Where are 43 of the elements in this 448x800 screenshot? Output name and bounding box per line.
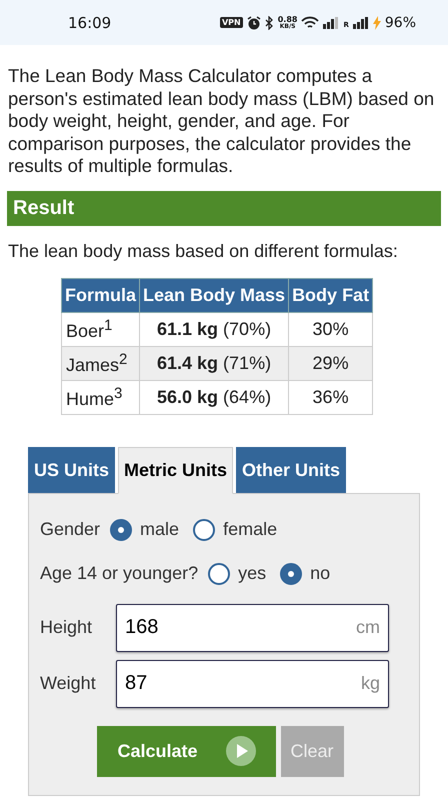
radio-label[interactable]: yes [238,563,266,584]
unit-tab[interactable]: US Units [28,446,116,492]
alarm-icon [246,16,261,30]
table-cell: 61.4 kg (71%) [140,346,289,380]
intro-paragraph: The Lean Body Mass Calculator computes a person's estimated lean body mass (LBM) based on body weight, height, gender, and age. For comparison purposes, the calculator provides the results of multiple formulas. [8,65,436,178]
input-field[interactable]: 87 kg [116,660,389,708]
radio-label[interactable]: no [310,563,330,584]
radio-label[interactable]: male [140,519,180,540]
calculate-button[interactable]: Calculate [97,726,276,776]
table-cell: 29% [288,346,373,380]
radio-group-label: Age 14 or younger? [40,563,198,584]
play-icon [226,736,256,766]
unit-tab[interactable]: Metric Units [118,446,234,494]
radio-label[interactable]: female [223,519,278,540]
radio-button[interactable] [110,518,132,540]
input-field[interactable]: 168 cm [116,604,389,652]
column-header: Lean Body Mass [140,278,289,312]
radio-button[interactable] [280,562,302,584]
table-cell: 30% [288,312,373,346]
column-header: Formula [62,278,140,312]
table-cell: Hume$^{3}$ [62,380,140,414]
unit-tab[interactable]: Other Units [236,446,346,492]
table-cell: Boer$^{1}$ [62,312,140,346]
radio-button[interactable] [208,562,230,584]
field-label: Weight [40,673,97,694]
table-cell: 61.1 kg (70%) [140,312,289,346]
table-cell: James$^{2}$ [62,346,140,380]
column-header: Body Fat [288,278,373,312]
radio-group-label: Gender [40,519,100,540]
table-cell: 56.0 kg (64%) [140,380,289,414]
status-time: 16:09 [68,14,112,32]
signal-icon [352,16,369,28]
result-caption: The lean body mass based on different formulas: [8,240,399,262]
wifi-icon [301,16,320,30]
signal-icon [323,16,340,28]
charging-icon [372,16,381,30]
radio-button[interactable] [193,518,216,540]
result-heading: Result [7,190,441,226]
field-label: Height [40,617,94,638]
vpn-badge: VPN [220,17,243,28]
battery-level: 96% [384,14,416,30]
table-cell: 36% [288,380,373,414]
bluetooth-icon [264,16,274,30]
